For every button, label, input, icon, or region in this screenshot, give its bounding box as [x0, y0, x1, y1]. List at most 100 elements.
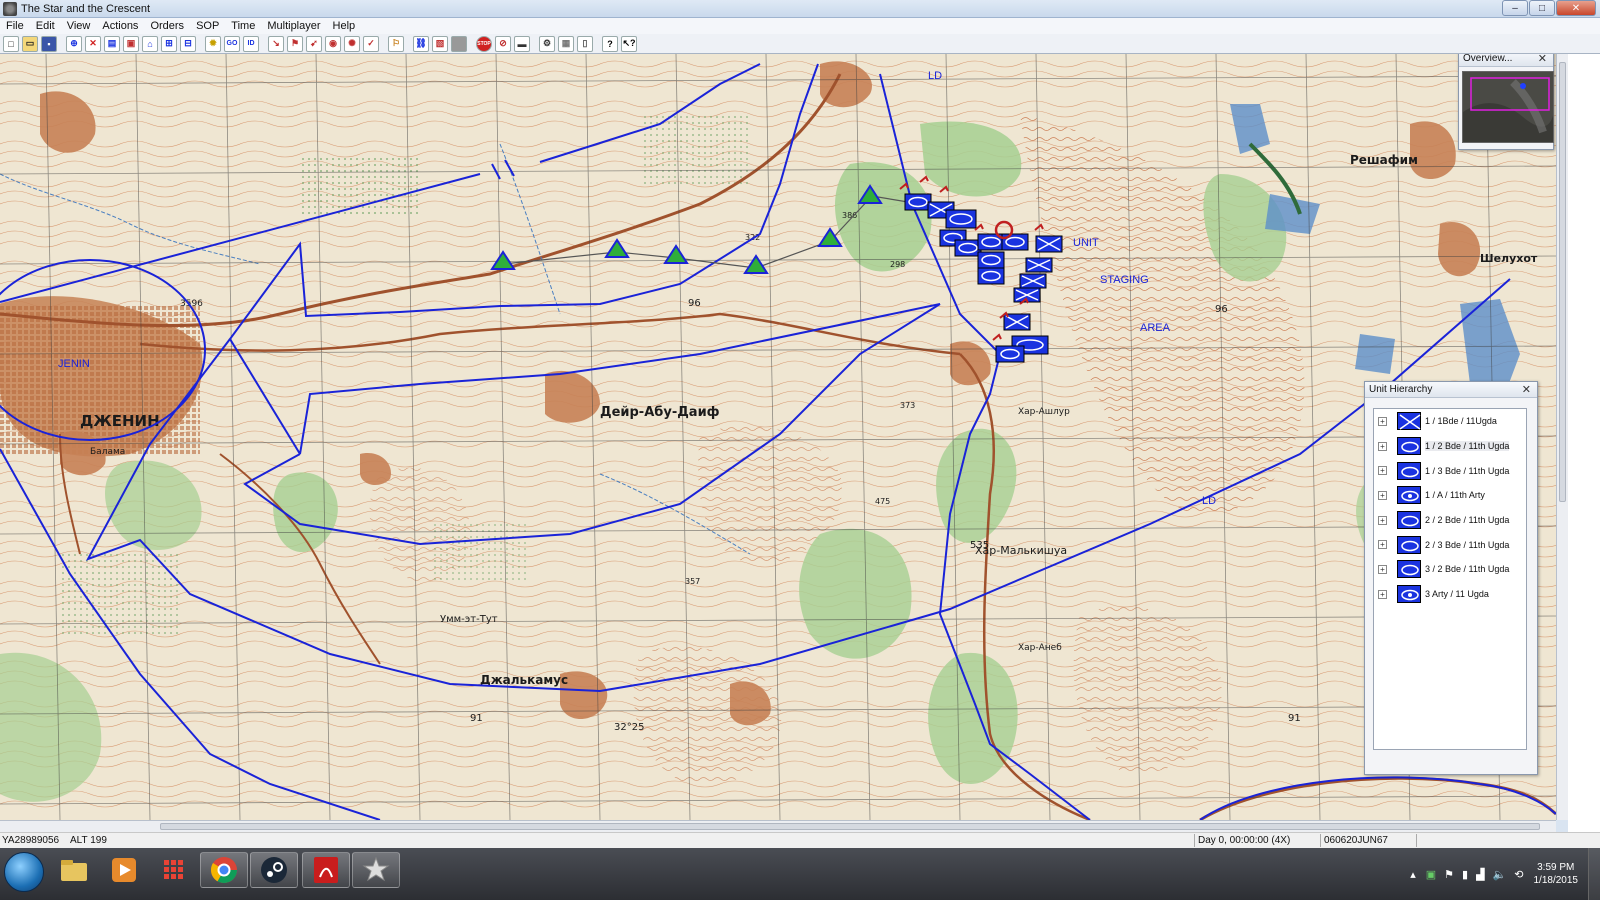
tray-arrow-icon[interactable]: ▴ [1410, 868, 1416, 881]
unit-counter-armor[interactable] [954, 239, 982, 257]
minimize-button[interactable]: – [1502, 0, 1528, 16]
expand-icon[interactable]: + [1378, 490, 1387, 500]
expand-icon[interactable]: + [1378, 466, 1387, 476]
unit-hierarchy-row[interactable]: +2 / 3 Bde / 11th Ugda [1374, 532, 1526, 557]
go-icon[interactable]: GO [224, 35, 240, 52]
unit-hierarchy-title[interactable]: Unit Hierarchy [1365, 382, 1537, 398]
car-icon[interactable]: ▣ [123, 35, 139, 52]
attack-icon[interactable]: ➹ [306, 35, 322, 52]
menu-edit[interactable]: Edit [30, 20, 61, 32]
new-icon[interactable]: □ [3, 35, 19, 52]
menu-file[interactable]: File [0, 20, 30, 32]
start-button[interactable] [4, 852, 44, 892]
arrow-icon[interactable]: ↘ [268, 35, 284, 52]
bar-icon[interactable]: ▬ [514, 35, 530, 52]
unit-counter-armor[interactable] [977, 267, 1005, 285]
overview-minimap[interactable] [1462, 71, 1554, 143]
overview-panel[interactable]: Overview... ✕ [1458, 54, 1554, 150]
steam-icon[interactable] [250, 852, 298, 888]
tactical-map[interactable]: ДЖЕНИН Дейр-Абу-Даиф Решафим Шелухот Умм… [0, 54, 1556, 820]
check-icon[interactable]: ✓ [363, 35, 379, 52]
overview-close-icon[interactable]: ✕ [1538, 54, 1547, 65]
window-icon[interactable]: ▯ [577, 35, 593, 52]
show-desktop-button[interactable] [1588, 848, 1600, 900]
defend-icon[interactable]: ◉ [325, 35, 341, 52]
menu-time[interactable]: Time [225, 20, 261, 32]
volume-icon[interactable]: 🔈 [1493, 868, 1507, 881]
power-icon[interactable]: ▮ [1462, 868, 1468, 881]
unit-counter-armor[interactable] [977, 251, 1005, 269]
explorer-icon[interactable] [50, 852, 98, 888]
menu-orders[interactable]: Orders [144, 20, 190, 32]
unit-hierarchy-row[interactable]: +1 / A / 11th Arty [1374, 483, 1526, 508]
unit-counter-armor[interactable] [945, 209, 977, 229]
camera-icon[interactable]: ▧ [432, 35, 448, 52]
print-icon[interactable]: ▤ [104, 35, 120, 52]
unit-hierarchy-row[interactable]: +2 / 2 Bde / 11th Ugda [1374, 508, 1526, 533]
unit-hierarchy-row[interactable]: +1 / 1Bde / 11Ugda [1374, 409, 1526, 434]
id-icon[interactable]: ID [243, 35, 259, 52]
apps-icon[interactable] [150, 852, 198, 888]
unit-counter-infantry[interactable] [1025, 257, 1053, 273]
flag-icon[interactable]: ⚐ [388, 35, 404, 52]
sun-icon[interactable]: ✹ [205, 35, 221, 52]
unit-hierarchy-row[interactable]: +3 / 2 Bde / 11th Ugda [1374, 557, 1526, 582]
menu-actions[interactable]: Actions [96, 20, 144, 32]
game-icon[interactable] [352, 852, 400, 888]
vertical-scrollbar[interactable] [1556, 54, 1568, 820]
route-icon[interactable]: ⌂ [142, 35, 158, 52]
menu-sop[interactable]: SOP [190, 20, 225, 32]
save-icon[interactable]: ▪ [41, 35, 57, 52]
help-icon[interactable]: ? [602, 35, 618, 52]
maximize-button[interactable]: □ [1529, 0, 1555, 16]
menu-multiplayer[interactable]: Multiplayer [261, 20, 326, 32]
unit-counter-armor[interactable] [904, 193, 932, 211]
unit-hierarchy-close-icon[interactable]: ✕ [1522, 383, 1531, 396]
box-icon[interactable]: ⊞ [161, 35, 177, 52]
expand-icon[interactable]: + [1378, 515, 1387, 525]
acrobat-icon[interactable] [302, 852, 350, 888]
horizontal-scrollbar[interactable] [0, 820, 1556, 832]
link-icon[interactable]: ⛓ [413, 35, 429, 52]
unit-counter-armor[interactable] [1001, 233, 1029, 251]
app-icon[interactable] [3, 1, 17, 16]
delete-icon[interactable]: ✕ [85, 35, 101, 52]
menu-help[interactable]: Help [327, 20, 362, 32]
unit-hierarchy-list[interactable]: +1 / 1Bde / 11Ugda +1 / 2 Bde / 11th Ugda… [1373, 408, 1527, 750]
expand-icon[interactable]: + [1378, 589, 1387, 599]
chrome-icon[interactable] [200, 852, 248, 888]
open-icon[interactable]: ▭ [22, 35, 38, 52]
gear-icon[interactable]: ⚙ [539, 35, 555, 52]
unit-hierarchy-row[interactable]: +3 Arty / 11 Ugda [1374, 582, 1526, 607]
stop-icon[interactable]: STOP [476, 35, 492, 52]
unit-counter-infantry[interactable] [1019, 273, 1047, 289]
clock[interactable]: 3:59 PM 1/18/2015 [1534, 861, 1579, 887]
unit-hierarchy-row[interactable]: +1 / 3 Bde / 11th Ugda [1374, 458, 1526, 483]
expand-icon[interactable]: + [1378, 416, 1387, 426]
unit-counter-infantry[interactable] [1035, 235, 1063, 253]
find-icon[interactable]: ⊕ [66, 35, 82, 52]
menu-view[interactable]: View [61, 20, 97, 32]
network-icon[interactable]: ▟ [1476, 868, 1484, 881]
unit-counter-armor[interactable] [995, 345, 1025, 363]
vertical-scroll-thumb[interactable] [1559, 62, 1566, 502]
unit-hierarchy-panel[interactable]: Unit Hierarchy ✕ +1 / 1Bde / 11Ugda +1 / … [1364, 381, 1538, 775]
unit-hierarchy-row[interactable]: +1 / 2 Bde / 11th Ugda [1374, 434, 1526, 459]
tray-app-icon[interactable]: ▣ [1426, 868, 1436, 881]
sync-icon[interactable]: ⟲ [1514, 868, 1523, 881]
context-help-icon[interactable]: ↖? [621, 35, 637, 52]
disconnect-icon[interactable]: ⊘ [495, 35, 511, 52]
flag-icon[interactable]: ⚑ [1444, 868, 1454, 881]
map-canvas[interactable]: ДЖЕНИН Дейр-Абу-Даиф Решафим Шелухот Умм… [0, 54, 1556, 820]
box2-icon[interactable]: ⊟ [180, 35, 196, 52]
media-player-icon[interactable] [100, 852, 148, 888]
grid-icon[interactable]: ▦ [558, 35, 574, 52]
expand-icon[interactable]: + [1378, 441, 1387, 451]
horizontal-scroll-thumb[interactable] [160, 823, 1540, 830]
grey-icon[interactable] [451, 35, 467, 52]
expand-icon[interactable]: + [1378, 540, 1387, 550]
close-button[interactable]: ✕ [1556, 0, 1596, 16]
expand-icon[interactable]: + [1378, 564, 1387, 574]
wheel-icon[interactable]: ✺ [344, 35, 360, 52]
hq-icon[interactable]: ⚑ [287, 35, 303, 52]
